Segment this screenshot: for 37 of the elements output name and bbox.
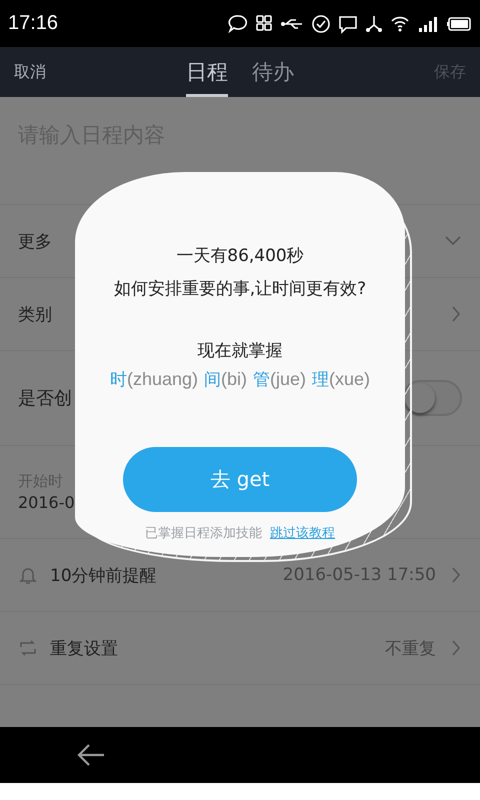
grid-icon [255, 14, 273, 34]
row-value: 2016-0 [18, 493, 75, 512]
go-button[interactable]: 去 get [123, 447, 357, 512]
speech-bubble-icon [228, 14, 248, 34]
row-value: 不重复 [385, 638, 436, 660]
dialog-text: 如何安排重要的事,让时间更有效? [114, 278, 366, 301]
row-value: 2016-05-13 17:50 [282, 565, 436, 585]
row-label: 类别 [18, 304, 52, 326]
row-label: 10分钟前提醒 [50, 564, 157, 586]
row-label: 是否创 [18, 387, 72, 410]
skip-link[interactable]: 跳过该教程 [270, 524, 335, 542]
chevron-right-icon[interactable] [450, 305, 462, 323]
chevron-down-icon[interactable] [444, 235, 462, 247]
check-circle-icon [311, 14, 331, 34]
pinyin-text: (zhuang) [126, 369, 198, 389]
hanzi-text: 理 [312, 370, 330, 390]
tab[interactable]: 待办 [252, 47, 294, 97]
hanzi-text: 间 [204, 370, 221, 390]
hanzi-text: 时 [110, 370, 127, 390]
dialog-subtitle: 现在就掌握 [198, 340, 282, 363]
pinyin-text: (xue) [329, 369, 370, 389]
hanzi-text: 管 [253, 370, 270, 390]
row-label: 更多 [18, 230, 52, 252]
message-icon [338, 14, 358, 34]
pinyin-text: (bi) [221, 369, 247, 389]
cancel-button[interactable]: 取消 [14, 62, 46, 82]
branch-icon [365, 14, 383, 34]
note-text: 已掌握日程添加技能 [145, 525, 262, 542]
toggle-switch[interactable] [402, 380, 462, 416]
pinyin-text: (jue) [270, 369, 306, 389]
repeat-icon [18, 638, 38, 658]
chevron-right-icon[interactable] [450, 639, 462, 657]
back-arrow-icon[interactable] [76, 742, 106, 768]
chevron-right-icon[interactable] [450, 566, 462, 584]
status-time: 17:16 [8, 12, 58, 35]
dialog-text: 一天有86,400秒 [176, 245, 304, 268]
row-label: 重复设置 [50, 638, 118, 660]
